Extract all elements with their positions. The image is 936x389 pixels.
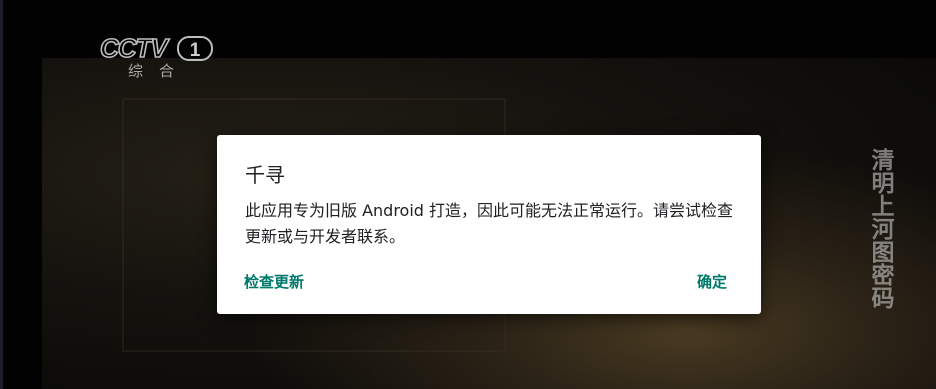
compatibility-dialog: 千寻 此应用专为旧版 Android 打造，因此可能无法正常运行。请尝试检查更新… [217, 135, 761, 314]
channel-number: 1 [190, 40, 201, 61]
dialog-title: 千寻 [245, 163, 285, 187]
program-title-char: 明 [871, 171, 895, 197]
program-title-char: 河 [871, 217, 895, 243]
channel-name: 综合 [128, 62, 191, 80]
program-title-char: 清 [871, 148, 895, 174]
program-title-char: 密 [871, 263, 895, 289]
check-update-button[interactable]: 检查更新 [244, 271, 304, 292]
program-title-char: 上 [871, 194, 895, 220]
program-title-char: 图 [871, 240, 895, 266]
left-edge-line [0, 0, 3, 389]
dialog-message: 此应用专为旧版 Android 打造，因此可能无法正常运行。请尝试检查更新或与开… [245, 201, 734, 246]
program-title: 清 明 上 河 图 密 码 [868, 150, 898, 311]
cctv-logo-text: CCTV [100, 34, 170, 63]
ok-button[interactable]: 确定 [697, 271, 727, 292]
program-title-char: 码 [871, 286, 895, 312]
